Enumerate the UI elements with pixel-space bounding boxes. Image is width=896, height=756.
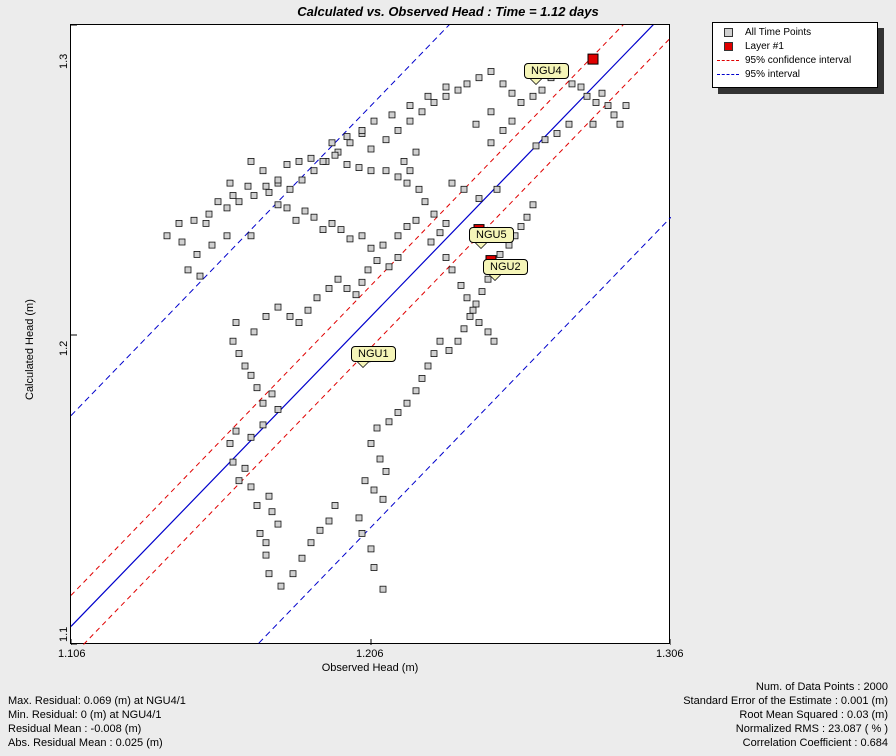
xtick-2: 1.206	[356, 648, 384, 660]
xtick-1: 1.106	[58, 648, 86, 660]
stat-nrms: Normalized RMS : 23.087 ( % )	[683, 722, 888, 736]
legend-label: 95% interval	[745, 69, 800, 80]
legend-label: All Time Points	[745, 27, 811, 38]
stat-num-points: Num. of Data Points : 2000	[683, 680, 888, 694]
callout-ngu1: NGU1	[351, 346, 396, 362]
legend-label: 95% confidence interval	[745, 55, 851, 66]
chart-title: Calculated vs. Observed Head : Time = 1.…	[0, 4, 896, 19]
stat-corr: Correlation Coefficient : 0.684	[683, 736, 888, 750]
x-axis-label: Observed Head (m)	[70, 662, 670, 674]
stat-residual-mean: Residual Mean : -0.008 (m)	[8, 722, 186, 736]
plot-svg	[71, 25, 671, 645]
legend-item-all-time: All Time Points	[717, 25, 873, 39]
y-axis-label: Calculated Head (m)	[24, 299, 36, 400]
stat-max-residual: Max. Residual: 0.069 (m) at NGU4/1	[8, 694, 186, 708]
plot-area[interactable]: NGU4 NGU5 NGU2 NGU1	[70, 24, 670, 644]
callout-ngu2: NGU2	[483, 259, 528, 275]
legend-item-ci95: 95% confidence interval	[717, 53, 873, 67]
grey-square-icon	[717, 27, 739, 37]
callout-ngu4: NGU4	[524, 63, 569, 79]
ytick-1: 1.1	[58, 627, 70, 642]
xtick-3: 1.306	[656, 648, 684, 660]
stat-abs-residual-mean: Abs. Residual Mean : 0.025 (m)	[8, 736, 186, 750]
stats-right: Num. of Data Points : 2000 Standard Erro…	[683, 680, 888, 750]
legend-item-int95: 95% interval	[717, 67, 873, 81]
callout-ngu5: NGU5	[469, 227, 514, 243]
red-dash-icon	[717, 55, 739, 65]
stats-left: Max. Residual: 0.069 (m) at NGU4/1 Min. …	[8, 694, 186, 750]
stat-std-error: Standard Error of the Estimate : 0.001 (…	[683, 694, 888, 708]
chart-stage: Calculated vs. Observed Head : Time = 1.…	[0, 0, 896, 756]
legend-label: Layer #1	[745, 41, 784, 52]
stat-rms: Root Mean Squared : 0.03 (m)	[683, 708, 888, 722]
ytick-2: 1.2	[58, 341, 70, 356]
red-square-icon	[717, 41, 739, 51]
blue-dash-icon	[717, 69, 739, 79]
legend-item-layer1: Layer #1	[717, 39, 873, 53]
ytick-3: 1.3	[58, 54, 70, 69]
stat-min-residual: Min. Residual: 0 (m) at NGU4/1	[8, 708, 186, 722]
legend: All Time Points Layer #1 95% confidence …	[712, 22, 878, 88]
